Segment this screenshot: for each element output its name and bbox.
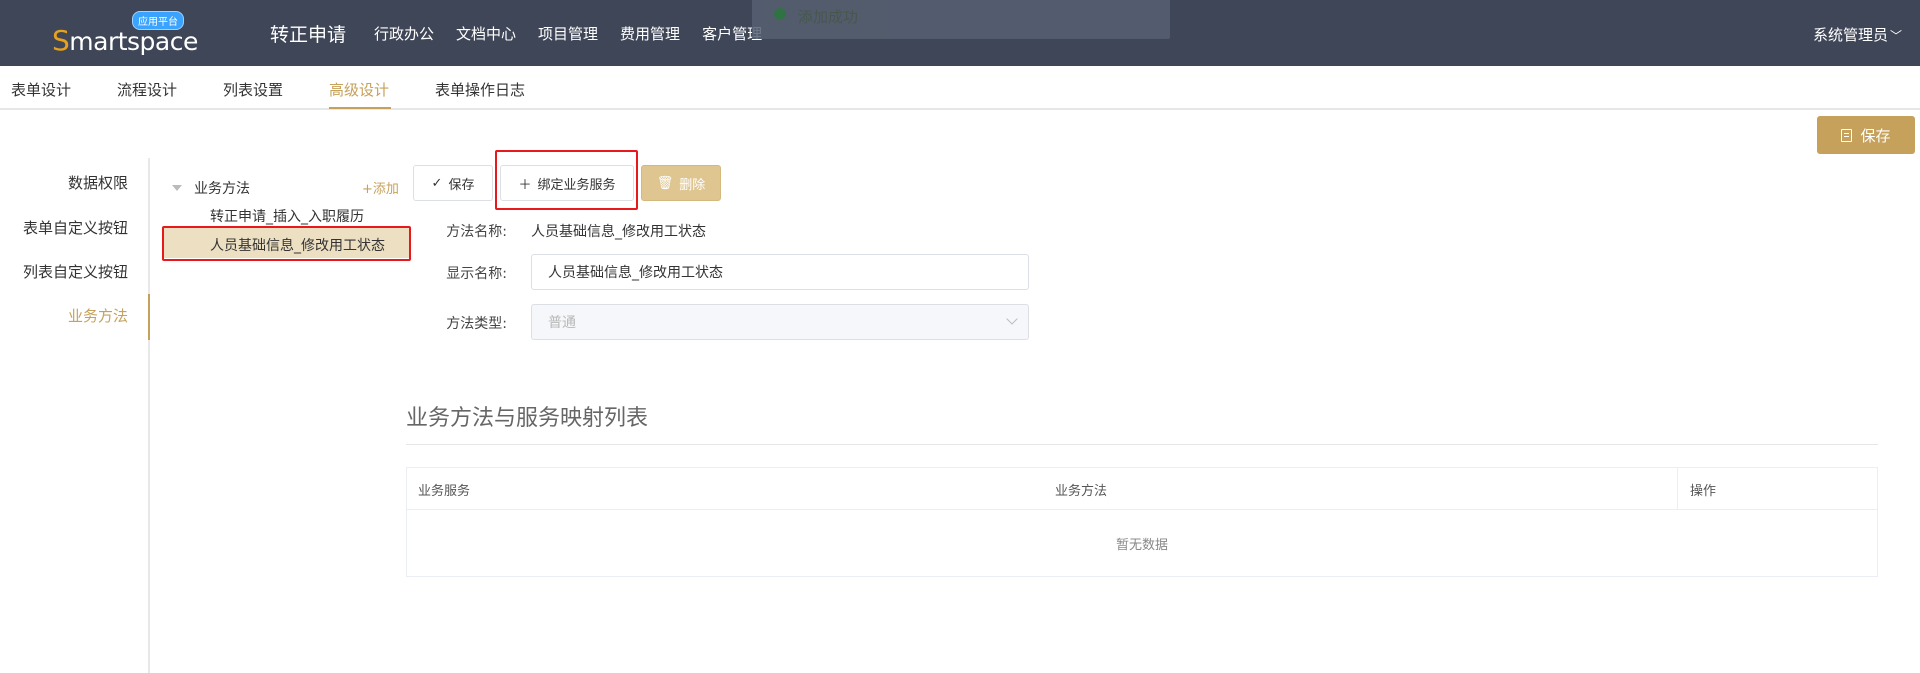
toast-message: 添加成功	[798, 8, 859, 26]
check-icon: ✓	[431, 175, 443, 191]
logo-badge: 应用平台	[132, 11, 184, 30]
mapping-section-title: 业务方法与服务映射列表	[406, 406, 649, 431]
tab-form-design[interactable]: 表单设计	[11, 79, 71, 100]
tree-root-label: 业务方法	[194, 181, 250, 197]
tree-root[interactable]: 业务方法	[172, 178, 250, 198]
caret-down-icon[interactable]	[172, 185, 182, 191]
smartspace-logo[interactable]: Smartspace 应用平台	[52, 11, 198, 57]
sidebar-item-form-custom-buttons[interactable]: 表单自定义按钮	[23, 217, 128, 238]
method-save-button[interactable]: ✓ 保存	[413, 165, 493, 201]
tree-node-insert-resume[interactable]: 转正申请_插入_入职履历	[210, 206, 364, 226]
chevron-down-icon: ﹀	[1889, 29, 1902, 43]
method-type-value: 普通	[548, 315, 576, 331]
user-menu[interactable]: 系统管理员 ﹀	[1813, 24, 1902, 45]
tab-form-log[interactable]: 表单操作日志	[435, 79, 525, 100]
sidebar-active-indicator	[148, 294, 150, 340]
column-header-actions: 操作	[1690, 484, 1717, 499]
delete-button[interactable]: 🗑 删除	[641, 165, 721, 201]
method-type-select[interactable]: 普通	[531, 304, 1029, 340]
mapping-table: 业务服务 业务方法 操作 暂无数据	[406, 467, 1878, 577]
nav-item-projects[interactable]: 项目管理	[538, 23, 598, 44]
delete-label: 删除	[679, 177, 706, 193]
tab-advanced-design[interactable]: 高级设计	[329, 79, 389, 100]
design-tabs: 表单设计 流程设计 列表设置 高级设计 表单操作日志	[0, 66, 1920, 110]
document-icon	[1841, 128, 1853, 142]
success-check-icon	[774, 8, 786, 20]
method-type-label: 方法类型:	[446, 316, 507, 332]
nav-item-expenses[interactable]: 费用管理	[620, 23, 680, 44]
highlight-box-bind-button	[495, 150, 638, 210]
app-title: 转正申请	[270, 24, 347, 46]
top-nav: 行政办公 文档中心 项目管理 费用管理 客户管理	[374, 23, 784, 44]
nav-item-admin[interactable]: 行政办公	[374, 23, 434, 44]
column-header-business-service: 业务服务	[418, 484, 471, 499]
column-separator	[1677, 468, 1678, 510]
advanced-side-nav: 数据权限 表单自定义按钮 列表自定义按钮 业务方法	[0, 158, 150, 673]
empty-state: 暂无数据	[1115, 538, 1168, 553]
active-tab-indicator	[329, 107, 391, 109]
save-button[interactable]: 保存	[1817, 116, 1915, 154]
save-button-label: 保存	[1860, 126, 1891, 145]
top-bar: Smartspace 应用平台 转正申请 行政办公 文档中心 项目管理 费用管理…	[0, 0, 1920, 66]
sidebar-item-business-methods[interactable]: 业务方法	[68, 305, 128, 326]
display-name-value: 人员基础信息_修改用工状态	[548, 265, 723, 281]
display-name-input[interactable]: 人员基础信息_修改用工状态	[531, 254, 1029, 290]
table-header: 业务服务 业务方法 操作	[407, 468, 1877, 510]
tab-flow-design[interactable]: 流程设计	[117, 79, 177, 100]
user-name: 系统管理员	[1812, 26, 1888, 44]
method-name-value: 人员基础信息_修改用工状态	[531, 224, 706, 240]
trash-icon: 🗑	[656, 175, 674, 191]
sidebar-item-data-permission[interactable]: 数据权限	[68, 172, 128, 193]
tab-list-settings[interactable]: 列表设置	[223, 79, 283, 100]
section-divider	[406, 444, 1878, 445]
nav-item-docs[interactable]: 文档中心	[456, 23, 516, 44]
sidebar-item-list-custom-buttons[interactable]: 列表自定义按钮	[23, 261, 128, 282]
method-name-label: 方法名称:	[446, 224, 507, 240]
add-method-link[interactable]: +添加	[362, 178, 399, 197]
column-header-business-method: 业务方法	[1055, 484, 1108, 499]
success-toast: 添加成功	[752, 0, 1170, 39]
highlight-box-selected-node	[162, 226, 411, 261]
chevron-down-icon	[1006, 313, 1018, 325]
display-name-label: 显示名称:	[446, 266, 507, 282]
method-save-label: 保存	[448, 177, 475, 193]
